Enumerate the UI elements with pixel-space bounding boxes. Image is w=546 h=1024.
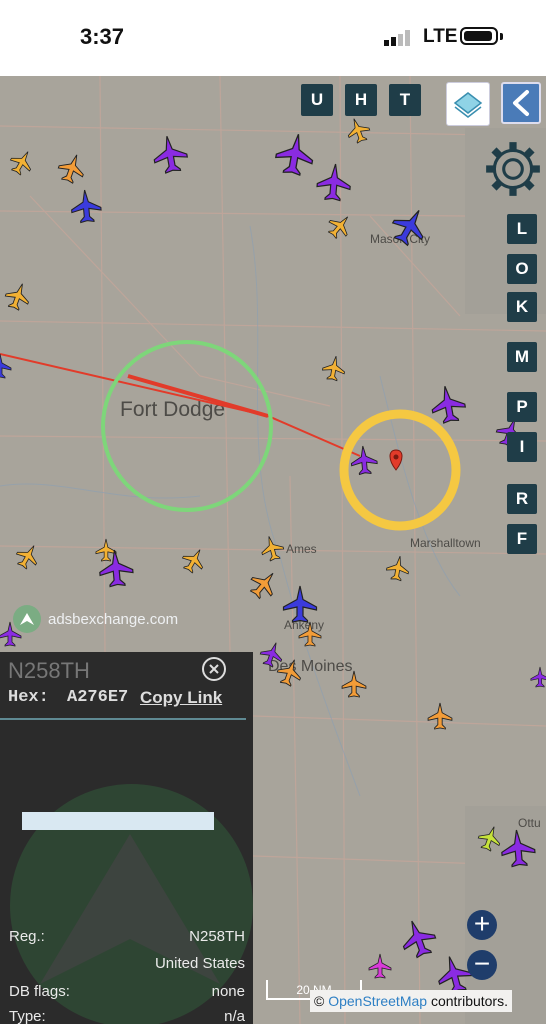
aircraft-icon[interactable] [396, 915, 439, 960]
layers-icon [453, 92, 483, 118]
aircraft-icon[interactable] [344, 115, 373, 145]
aircraft-icon[interactable] [273, 131, 316, 177]
hex-info: Hex: A276E7 [8, 688, 128, 707]
button-l[interactable]: L [507, 214, 537, 244]
hex-label: Hex: [8, 688, 49, 707]
divider [0, 718, 246, 720]
button-m[interactable]: M [507, 342, 537, 372]
aircraft-icon[interactable] [368, 953, 392, 979]
back-button[interactable] [501, 82, 541, 124]
button-u[interactable]: U [301, 84, 333, 116]
flight-map[interactable]: Fort Dodge Mason City Ames Marshalltown … [0, 76, 546, 1024]
aircraft-icon[interactable] [427, 702, 453, 730]
aircraft-icon[interactable] [500, 829, 536, 868]
settings-gear-icon[interactable] [482, 138, 544, 200]
close-icon [209, 664, 219, 674]
button-i[interactable]: I [507, 432, 537, 462]
origin-ring [101, 340, 273, 512]
status-bar: 3:37 LTE [0, 0, 546, 76]
aircraft-icon[interactable] [178, 544, 209, 576]
osm-link[interactable]: OpenStreetMap [328, 993, 427, 1009]
watermark-text: adsbexchange.com [48, 610, 179, 628]
aircraft-icon[interactable] [0, 353, 12, 379]
status-time: 3:37 [80, 24, 125, 49]
copy-link[interactable]: Copy Link [140, 688, 222, 708]
aircraft-icon[interactable] [341, 670, 367, 698]
aircraft-icon[interactable] [258, 639, 287, 669]
aircraft-icon[interactable] [12, 540, 43, 572]
destination-ring [339, 409, 461, 531]
aircraft-icon[interactable] [324, 210, 356, 243]
aircraft-icon[interactable] [385, 554, 411, 582]
button-t[interactable]: T [389, 84, 421, 116]
aircraft-icon[interactable] [476, 823, 505, 853]
button-k[interactable]: K [507, 292, 537, 322]
photo-placeholder [22, 812, 214, 830]
aircraft-icon[interactable] [245, 565, 283, 603]
aircraft-icon[interactable] [530, 666, 546, 688]
aircraft-icon[interactable] [2, 280, 33, 313]
aircraft-icon[interactable] [321, 354, 347, 382]
zoom-in-icon[interactable]: + [467, 910, 497, 940]
aircraft-icon[interactable] [98, 549, 134, 588]
layers-button[interactable] [446, 82, 490, 126]
map-attribution: © OpenStreetMap contributors. [310, 990, 512, 1012]
watermark: adsbexchange.com [12, 604, 178, 634]
aircraft-icon[interactable] [298, 621, 322, 647]
aircraft-icon[interactable] [429, 383, 468, 424]
aircraft-icon[interactable] [387, 202, 434, 250]
flight-track [0, 353, 361, 457]
aircraft-icon[interactable] [151, 133, 190, 174]
aircraft-icon[interactable] [55, 150, 89, 185]
aircraft-info-panel: N258TH Hex: A276E7 Copy Link Reg.: N258TH… [0, 652, 253, 1024]
aircraft-icon[interactable] [316, 163, 352, 202]
signal-icon [384, 30, 410, 46]
network-type: LTE [423, 26, 458, 47]
button-o[interactable]: O [507, 254, 537, 284]
button-p[interactable]: P [507, 392, 537, 422]
aircraft-icon[interactable] [282, 585, 318, 623]
aircraft-icon[interactable] [258, 534, 285, 563]
location-pin-icon [389, 449, 403, 471]
info-title: N258TH [8, 658, 90, 683]
flight-track-highlight [127, 374, 269, 418]
aircraft-icon[interactable] [350, 445, 378, 476]
close-button[interactable] [202, 657, 226, 681]
zoom-out-icon[interactable]: − [467, 950, 497, 980]
button-f[interactable]: F [507, 524, 537, 554]
button-r[interactable]: R [507, 484, 537, 514]
hex-value: A276E7 [67, 688, 129, 707]
battery-icon [460, 27, 498, 45]
button-h[interactable]: H [345, 84, 377, 116]
aircraft-icon[interactable] [70, 189, 102, 224]
adsb-logo-icon [13, 605, 41, 633]
back-chevron-icon [513, 90, 529, 116]
aircraft-icon[interactable] [6, 146, 37, 178]
